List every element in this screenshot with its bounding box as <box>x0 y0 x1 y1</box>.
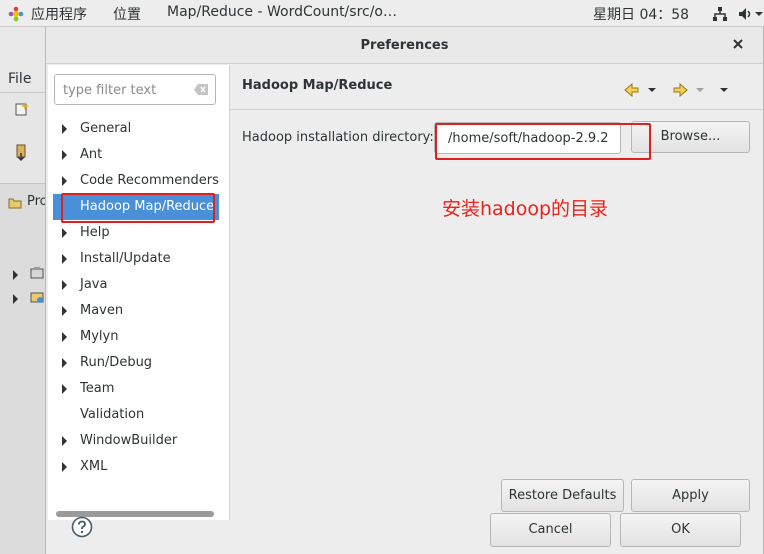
page-navigation <box>624 82 728 98</box>
tree-item-code-recommenders[interactable]: Code Recommenders <box>53 168 219 194</box>
clear-text-icon[interactable] <box>193 83 209 96</box>
help-icon[interactable] <box>71 516 93 538</box>
expand-arrow-icon[interactable] <box>62 254 67 264</box>
tree-item-xml[interactable]: XML <box>53 454 219 480</box>
tree-item-label: Run/Debug <box>80 355 153 370</box>
expand-arrow-icon[interactable] <box>62 124 67 134</box>
project-icon <box>30 267 44 279</box>
tree-item-install-update[interactable]: Install/Update <box>53 246 219 272</box>
preference-tree: General Ant Code Recommenders Hadoop Map… <box>48 116 230 480</box>
tree-item-label: XML <box>80 459 108 474</box>
dialog-titlebar[interactable]: Preferences <box>46 27 763 64</box>
places-menu[interactable]: 位置 <box>113 4 141 24</box>
tree-item-label: WindowBuilder <box>80 433 178 448</box>
view-menu-icon[interactable] <box>720 88 728 92</box>
tree-item-label: Team <box>80 381 115 396</box>
network-icon[interactable] <box>712 6 728 22</box>
folder-icon <box>8 198 22 209</box>
install-dir-label: Hadoop installation directory: <box>242 130 434 145</box>
tree-item-label: Install/Update <box>80 251 171 266</box>
highlight-box-tree-item <box>61 193 215 223</box>
tree-item-maven[interactable]: Maven <box>53 298 219 324</box>
tree-item-java[interactable]: Java <box>53 272 219 298</box>
close-icon[interactable] <box>730 36 746 52</box>
expand-arrow-icon[interactable] <box>62 306 67 316</box>
back-menu-chevron-icon[interactable] <box>648 88 656 92</box>
project-explorer-panel <box>0 183 46 554</box>
annotation-text: 安装hadoop的目录 <box>442 198 609 220</box>
expand-arrow-icon[interactable] <box>62 436 67 446</box>
header-divider <box>231 109 763 110</box>
tree-item-label: Java <box>80 277 108 292</box>
expand-arrow-icon[interactable] <box>62 332 67 342</box>
tree-item-general[interactable]: General <box>53 116 219 142</box>
applications-menu[interactable]: 应用程序 <box>31 4 87 24</box>
tree-item-label: Ant <box>80 147 103 162</box>
expand-arrow-icon[interactable] <box>62 150 67 160</box>
background-toolbar <box>0 93 46 183</box>
page-title: Hadoop Map/Reduce <box>242 78 393 93</box>
tree-item-label: Validation <box>80 407 145 422</box>
tree-item-label: Maven <box>80 303 124 318</box>
tree-item-team[interactable]: Team <box>53 376 219 402</box>
forward-arrow-icon[interactable] <box>673 82 688 98</box>
preference-tree-panel: General Ant Code Recommenders Hadoop Map… <box>48 65 230 520</box>
restore-defaults-button[interactable]: Restore Defaults <box>501 479 624 512</box>
volume-icon[interactable] <box>738 6 754 22</box>
cancel-button[interactable]: Cancel <box>490 513 611 547</box>
apply-button[interactable]: Apply <box>631 479 750 512</box>
tree-item-label: Code Recommenders <box>80 173 219 188</box>
expand-arrow-icon[interactable] <box>62 358 67 368</box>
clock[interactable]: 星期日 04：58 <box>593 4 689 24</box>
expand-arrow-icon[interactable] <box>13 294 18 304</box>
download-icon[interactable] <box>14 144 30 162</box>
tree-item-ant[interactable]: Ant <box>53 142 219 168</box>
expand-arrow-icon[interactable] <box>62 280 67 290</box>
expand-arrow-icon[interactable] <box>62 228 67 238</box>
back-arrow-icon[interactable] <box>624 82 639 98</box>
tree-item-label: Help <box>80 225 110 240</box>
tree-item-windowbuilder[interactable]: WindowBuilder <box>53 428 219 454</box>
project-icon <box>30 292 44 303</box>
forward-menu-chevron-icon[interactable] <box>696 88 704 92</box>
chevron-down-icon[interactable] <box>755 10 763 18</box>
tree-item-mylyn[interactable]: Mylyn <box>53 324 219 350</box>
expand-arrow-icon[interactable] <box>62 462 67 472</box>
tree-item-validation[interactable]: Validation <box>53 402 219 428</box>
tree-item-help[interactable]: Help <box>53 220 219 246</box>
highlight-box-install-input <box>435 123 651 160</box>
ok-button[interactable]: OK <box>620 513 741 547</box>
window-title[interactable]: Map/Reduce - WordCount/src/o… <box>167 4 397 20</box>
tree-item-run-debug[interactable]: Run/Debug <box>53 350 219 376</box>
app-menu-icon[interactable] <box>8 6 24 22</box>
filter-input[interactable] <box>63 81 183 99</box>
top-panel: 应用程序 位置 Map/Reduce - WordCount/src/o… 星期… <box>0 0 764 27</box>
tree-item-label: Mylyn <box>80 329 119 344</box>
tree-item-label: General <box>80 121 132 136</box>
new-file-icon[interactable] <box>14 101 30 117</box>
expand-arrow-icon[interactable] <box>62 384 67 394</box>
preferences-dialog: Preferences General Ant Code Recommender… <box>45 27 764 554</box>
expand-arrow-icon[interactable] <box>62 176 67 186</box>
file-menu[interactable]: File <box>8 71 31 87</box>
expand-arrow-icon[interactable] <box>13 270 18 280</box>
dialog-title: Preferences <box>360 38 449 53</box>
filter-field[interactable] <box>54 74 216 105</box>
